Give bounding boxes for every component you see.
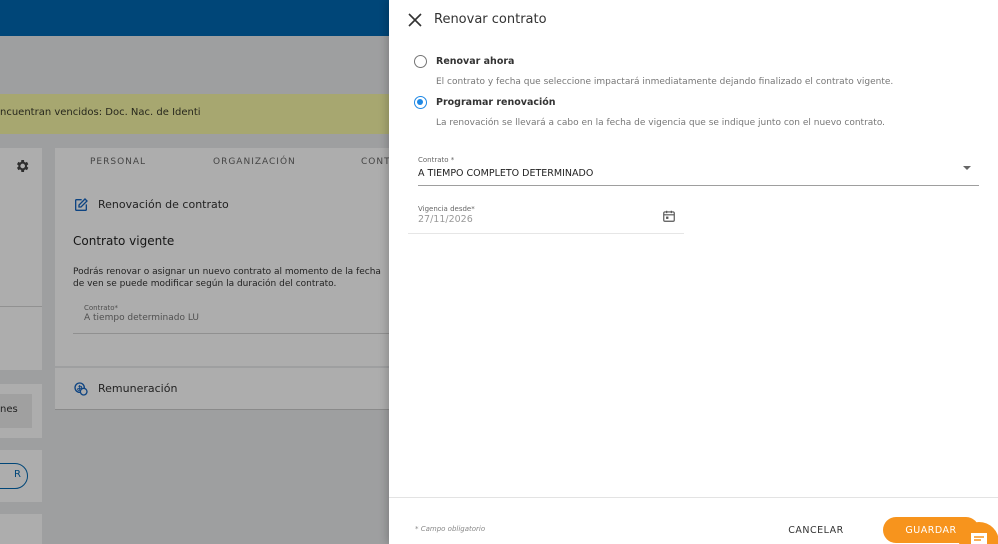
contrato-select-value: A TIEMPO COMPLETO DETERMINADO xyxy=(418,168,594,179)
vigencia-value: 27/11/2026 xyxy=(418,214,473,225)
radio-renovar-ahora[interactable] xyxy=(414,55,427,68)
radio-programar-renovacion[interactable] xyxy=(414,96,427,109)
option-description-programar-renovacion: La renovación se llevará a cabo en la fe… xyxy=(436,118,886,128)
required-field-note: * Campo obligatorio xyxy=(415,525,486,533)
contrato-select-label: Contrato * xyxy=(418,156,455,164)
chat-icon xyxy=(971,533,987,544)
option-label-programar-renovacion[interactable]: Programar renovación xyxy=(436,97,556,108)
renovar-contrato-dialog: Renovar contrato Renovar ahora El contra… xyxy=(389,0,998,544)
footer-divider xyxy=(389,497,998,498)
vigencia-label: Vigencia desde* xyxy=(418,205,475,213)
chevron-down-icon[interactable] xyxy=(963,166,971,170)
option-label-renovar-ahora[interactable]: Renovar ahora xyxy=(436,56,514,67)
cancel-button[interactable]: CANCELAR xyxy=(781,518,851,542)
close-icon[interactable] xyxy=(407,12,423,28)
calendar-icon[interactable] xyxy=(662,209,676,223)
dialog-title: Renovar contrato xyxy=(434,12,547,27)
select-underline xyxy=(418,185,979,186)
option-description-renovar-ahora: El contrato y fecha que seleccione impac… xyxy=(436,77,894,87)
